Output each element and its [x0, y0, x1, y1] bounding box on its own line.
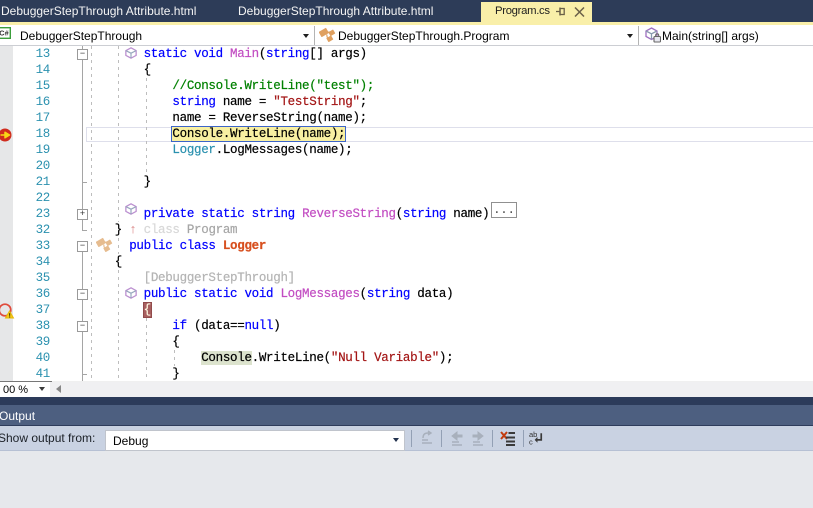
- svg-text:C#: C#: [0, 29, 9, 38]
- svg-text:c: c: [529, 438, 533, 446]
